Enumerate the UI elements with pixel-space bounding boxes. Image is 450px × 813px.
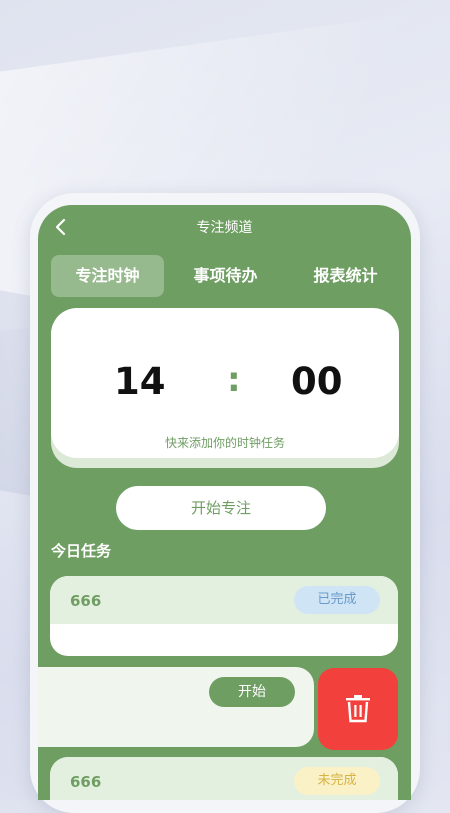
task-card[interactable]: 666 已完成 — [50, 576, 398, 656]
tab-focus-clock[interactable]: 专注时钟 — [51, 255, 164, 297]
status-badge: 未完成 — [294, 767, 380, 795]
clock-card: 14 : 00 快来添加你的时钟任务 — [51, 308, 399, 458]
clock-minutes: 14 — [114, 360, 166, 403]
task-name: 666 — [70, 592, 102, 610]
delete-task-button[interactable] — [318, 668, 398, 750]
start-focus-button[interactable]: 开始专注 — [116, 486, 326, 530]
tab-todo[interactable]: 事项待办 — [169, 255, 282, 297]
page-title: 专注频道 — [196, 220, 253, 236]
status-badge: 已完成 — [294, 586, 380, 614]
task-card[interactable]: 666 未完成 — [50, 757, 398, 800]
tab-bar: 专注时钟 事项待办 报表统计 — [51, 255, 401, 297]
clock-hint: 快来添加你的时钟任务 — [164, 436, 285, 450]
task-name: 666 — [70, 773, 102, 791]
clock-seconds: 00 — [291, 360, 343, 403]
clock-separator: : — [227, 360, 241, 400]
task-start-button[interactable]: 开始 — [209, 677, 295, 707]
task-card-swiped[interactable]: 开始 — [38, 667, 314, 747]
app-screen: 专注频道 专注时钟 事项待办 报表统计 14 : 00 快来添加你的时钟任务 开… — [38, 205, 411, 800]
trash-icon — [346, 695, 370, 723]
tab-report[interactable]: 报表统计 — [289, 255, 402, 297]
today-tasks-title: 今日任务 — [51, 542, 112, 560]
